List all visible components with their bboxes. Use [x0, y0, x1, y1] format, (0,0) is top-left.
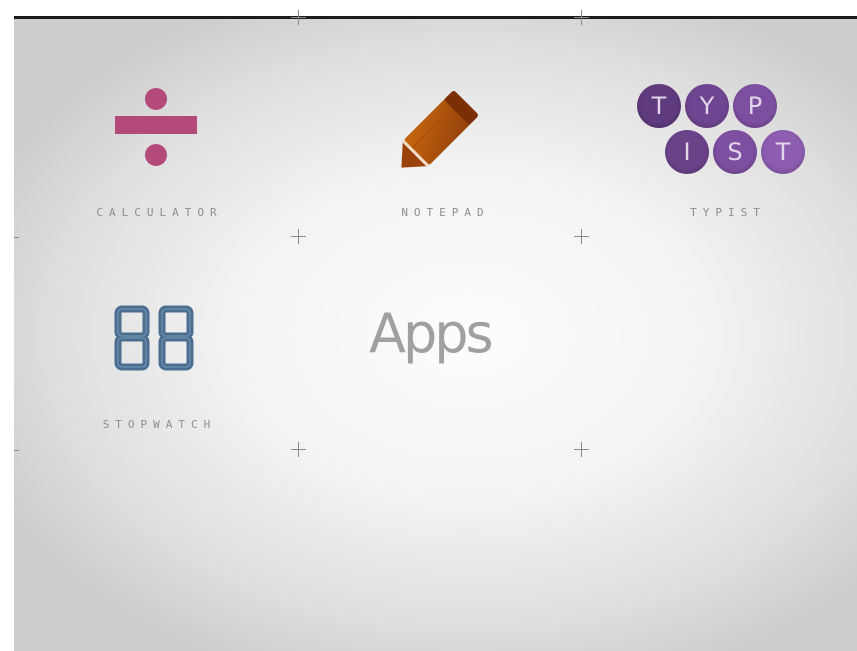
- typist-letter-circle: T: [637, 84, 681, 128]
- pencil-icon: [401, 91, 478, 168]
- grid-cross-marker: [291, 10, 306, 25]
- app-label-stopwatch: STOPWATCH: [102, 418, 217, 431]
- typist-letter-circle: I: [665, 130, 709, 174]
- divide-icon-bottom-dot: [145, 144, 167, 166]
- typist-letter-circle: Y: [685, 84, 729, 128]
- stopwatch-digits-icon: [114, 305, 194, 371]
- typist-letter-circle: P: [733, 84, 777, 128]
- app-tile-calculator[interactable]: CALCULATOR: [40, 60, 273, 230]
- grid-cross-marker: [574, 442, 589, 457]
- typist-letter-circle: T: [761, 130, 805, 174]
- typist-icon: T Y P I S T: [635, 84, 815, 176]
- app-label-calculator: CALCULATOR: [96, 206, 223, 219]
- app-tile-typist[interactable]: T Y P I S T TYPIST: [605, 60, 845, 230]
- grid-cross-marker: [574, 229, 589, 244]
- divide-icon-bar: [115, 116, 197, 134]
- app-tile-notepad[interactable]: NOTEPAD: [325, 60, 560, 230]
- grid-cross-marker: [574, 10, 589, 25]
- app-label-typist: TYPIST: [690, 206, 766, 219]
- grid-cross-marker: [291, 442, 306, 457]
- typist-letter-circle: S: [713, 130, 757, 174]
- app-tile-stopwatch[interactable]: STOPWATCH: [40, 280, 273, 445]
- app-label-notepad: NOTEPAD: [401, 206, 490, 219]
- grid-cross-marker: [291, 229, 306, 244]
- divide-icon: [115, 88, 197, 166]
- grid-edge-tick: [14, 450, 19, 451]
- app-launcher-screen: CALCULATOR NOTEPAD T Y P I S T TYPIST ST…: [0, 0, 857, 651]
- page-title: Apps: [369, 302, 494, 365]
- divide-icon-top-dot: [145, 88, 167, 110]
- grid-edge-tick: [14, 237, 19, 238]
